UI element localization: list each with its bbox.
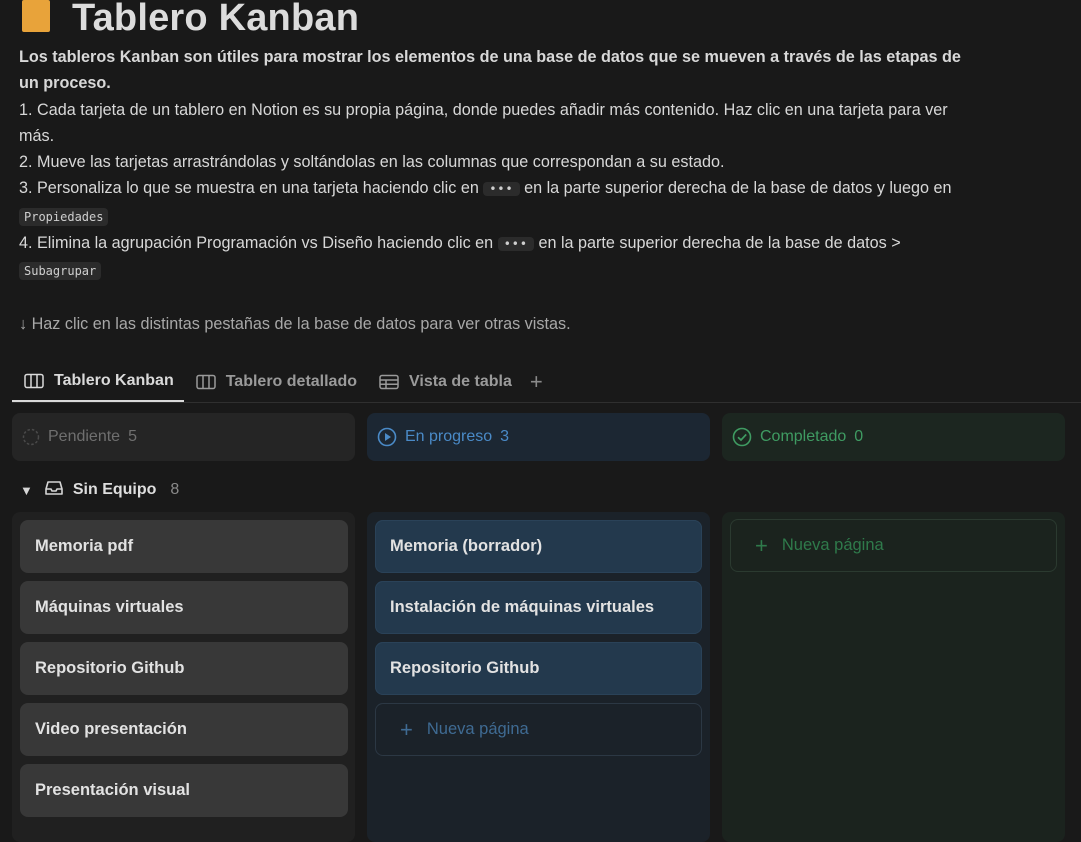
kanban-card[interactable]: Memoria pdf [20, 520, 348, 573]
tabs-divider [12, 402, 1081, 403]
kanban-card[interactable]: Repositorio Github [20, 642, 348, 695]
tab-tablero-kanban[interactable]: Tablero Kanban [12, 362, 184, 402]
view-tabs: Tablero Kanban Tablero detallado Vista d… [12, 362, 551, 402]
toggle-triangle-icon[interactable]: ▼ [20, 483, 33, 498]
inline-code-propiedades: Propiedades [19, 207, 109, 226]
step-3-text: 3. Personaliza lo que se muestra en una … [19, 179, 952, 226]
kanban-card[interactable]: Memoria (borrador) [375, 520, 702, 573]
tab-label: Tablero Kanban [54, 372, 174, 389]
status-pending-icon [22, 428, 40, 446]
new-page-label: Nueva página [426, 720, 529, 738]
step-2-text: 2. Mueve las tarjetas arrastrándolas y s… [19, 153, 725, 172]
kanban-card[interactable]: Repositorio Github [375, 642, 702, 695]
kanban-card[interactable]: Máquinas virtuales [20, 581, 348, 634]
column-count: 0 [854, 428, 864, 445]
tab-tablero-detallado[interactable]: Tablero detallado [184, 363, 367, 401]
plus-icon: + [755, 532, 768, 558]
new-page-button[interactable]: + Nueva página [375, 703, 702, 756]
group-count: 8 [170, 481, 180, 498]
plus-icon: + [400, 716, 413, 742]
step-4-text: 4. Elimina la agrupación Programación vs… [19, 234, 901, 281]
status-done-icon [732, 427, 752, 447]
column-label: En progreso [405, 428, 493, 445]
page-icon[interactable] [20, 0, 54, 36]
kanban-card[interactable]: Presentación visual [20, 764, 348, 817]
page-description: Los tableros Kanban son útiles para most… [19, 44, 979, 337]
page-title[interactable]: Tablero Kanban [72, 0, 359, 40]
intro-text: Los tableros Kanban son útiles para most… [19, 48, 961, 93]
step-1-text: 1. Cada tarjeta de un tablero en Notion … [19, 100, 948, 145]
board-icon [24, 373, 44, 389]
kanban-card[interactable]: Instalación de máquinas virtuales [375, 581, 702, 634]
inbox-icon [45, 480, 63, 501]
board-icon [195, 374, 216, 390]
more-options-icon: ••• [497, 237, 534, 252]
column-label: Pendiente [48, 428, 121, 445]
kanban-card[interactable]: Video presentación [20, 703, 348, 756]
group-label: Sin Equipo [72, 481, 157, 498]
column-count: 5 [128, 428, 137, 445]
column-header-completado[interactable]: Completado 0 [722, 413, 1065, 461]
more-options-icon: ••• [483, 182, 520, 197]
status-in-progress-icon [377, 427, 397, 447]
column-header-pendiente[interactable]: Pendiente 5 [12, 413, 355, 461]
tab-label: Tablero detallado [225, 373, 357, 390]
column-label: Completado [760, 428, 847, 445]
page-header: Tablero Kanban [20, 0, 359, 44]
tab-vista-de-tabla[interactable]: Vista de tabla [367, 363, 522, 401]
new-page-button[interactable]: + Nueva página [730, 519, 1057, 572]
add-view-button[interactable]: + [522, 371, 551, 393]
table-icon [379, 374, 399, 390]
hint-text: ↓ Haz clic en las distintas pestañas de … [19, 314, 571, 333]
column-count: 3 [500, 428, 510, 445]
inline-code-subagrupar: Subagrupar [19, 262, 102, 281]
column-header-en-progreso[interactable]: En progreso 3 [367, 413, 710, 461]
new-page-label: Nueva página [781, 536, 884, 554]
tab-label: Vista de tabla [409, 373, 512, 390]
group-sin-equipo[interactable]: ▼ Sin Equipo 8 [20, 478, 179, 502]
